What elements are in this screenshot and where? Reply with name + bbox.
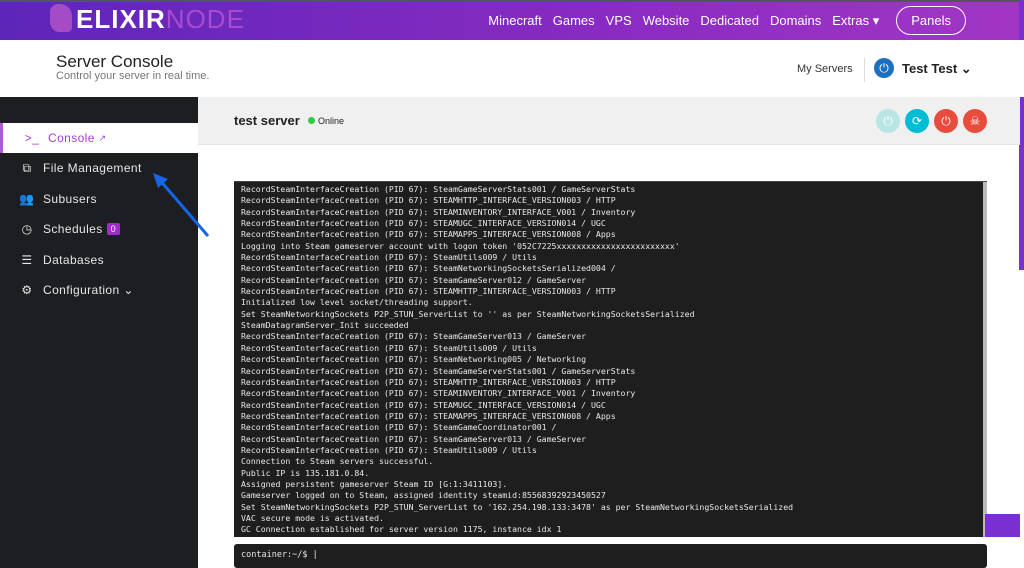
console-line: Set SteamNetworkingSockets P2P_STUN_Serv… — [241, 501, 794, 512]
console-line: GC Connection established for server ver… — [241, 524, 562, 535]
console-line: RecordSteamInterfaceCreation (PID 67): S… — [241, 252, 537, 263]
chevron-down-icon: ⌄ — [123, 283, 134, 297]
console-line: Gameserver logged on to Steam, assigned … — [241, 490, 606, 501]
sidebar-item-label: Subusers — [43, 192, 97, 206]
panels-button[interactable]: Panels — [896, 6, 966, 35]
console-line: RecordSteamInterfaceCreation (PID 67): S… — [241, 331, 587, 342]
nav-domains[interactable]: Domains — [770, 13, 821, 28]
console-line: RecordSteamInterfaceCreation (PID 67): S… — [241, 286, 616, 297]
user-avatar-power-icon[interactable]: ⏻ — [874, 58, 894, 78]
page-header: Server Console Control your server in re… — [0, 40, 1024, 97]
chevron-down-icon: ⌄ — [960, 61, 972, 76]
console-line: Assigned persistent gameserver Steam ID … — [241, 478, 508, 489]
top-navbar: ELIXIRNODE Minecraft Games VPS Website D… — [0, 0, 1024, 40]
console-line: Connection to Steam servers successful. — [241, 456, 434, 467]
database-icon: ☰ — [21, 253, 33, 267]
sidebar-item-configuration[interactable]: ⚙ Configuration ⌄ — [0, 275, 198, 305]
console-lines: RecordSteamInterfaceCreation (PID 67): S… — [234, 182, 987, 537]
sidebar-item-databases[interactable]: ☰ Databases — [0, 245, 198, 275]
console-line: RecordSteamInterfaceCreation (PID 67): S… — [241, 422, 557, 433]
console-line: RecordSteamInterfaceCreation (PID 67): S… — [241, 399, 606, 410]
console-line: RecordSteamInterfaceCreation (PID 67): S… — [241, 342, 537, 353]
terminal-icon: >_ — [24, 131, 40, 145]
console-line: RecordSteamInterfaceCreation (PID 67): S… — [241, 274, 587, 285]
users-icon: 👥 — [19, 192, 35, 206]
page-title: Server Console — [56, 52, 174, 71]
sidebar-item-console[interactable]: >_ Console ↗ — [0, 123, 198, 153]
external-link-icon: ↗ — [98, 132, 107, 143]
status-text: Online — [318, 116, 345, 126]
logo-text-light: NODE — [165, 4, 245, 34]
divider — [864, 58, 865, 82]
sidebar-item-label: File Management — [43, 161, 142, 175]
nav-minecraft[interactable]: Minecraft — [488, 13, 541, 28]
kill-button[interactable]: ☠ — [963, 109, 987, 133]
console-line: Set SteamNetworkingSockets P2P_STUN_Serv… — [241, 308, 695, 319]
console-line: RecordSteamInterfaceCreation (PID 67): S… — [241, 388, 636, 399]
console-line: RecordSteamInterfaceCreation (PID 67): S… — [241, 376, 616, 387]
nav-games[interactable]: Games — [553, 13, 595, 28]
nav-vps[interactable]: VPS — [606, 13, 632, 28]
console-line: RecordSteamInterfaceCreation (PID 67): S… — [241, 444, 537, 455]
sidebar-item-label: Configuration — [43, 283, 120, 297]
stop-button[interactable]: ⏻ — [934, 109, 958, 133]
console-command-input[interactable]: container:~/$ | — [234, 544, 987, 568]
console-line: RecordSteamInterfaceCreation (PID 67): S… — [241, 365, 636, 376]
server-header: test server Online ⏻ ⟳ ⏻ ☠ — [198, 97, 1020, 145]
user-name: Test Test — [902, 61, 958, 76]
console-line: RecordSteamInterfaceCreation (PID 67): S… — [241, 229, 616, 240]
logo[interactable]: ELIXIRNODE — [50, 4, 245, 35]
server-name: test server — [234, 113, 300, 128]
logo-text: ELIXIR — [76, 4, 166, 34]
annotation-arrow-icon — [153, 173, 210, 237]
console-line: Logging into Steam gameserver account wi… — [241, 240, 680, 251]
nav-extras[interactable]: Extras ▾ — [832, 13, 879, 29]
logo-mark-icon — [50, 4, 72, 32]
my-servers-link[interactable]: My Servers — [797, 63, 853, 75]
console-line: Initialized low level socket/threading s… — [241, 297, 473, 308]
console-accent — [985, 514, 1020, 537]
console-line: SteamDatagramServer_Init succeeded — [241, 320, 409, 331]
sidebar-item-label: Console — [48, 131, 95, 145]
user-menu[interactable]: Test Test ⌄ — [902, 61, 972, 77]
start-button[interactable]: ⏻ — [876, 109, 900, 133]
console-line: RecordSteamInterfaceCreation (PID 67): S… — [241, 263, 616, 274]
console-line: RecordSteamInterfaceCreation (PID 67): S… — [241, 354, 587, 365]
console-line: RecordSteamInterfaceCreation (PID 67): S… — [241, 218, 606, 229]
console-line: Public IP is 135.181.0.84. — [241, 467, 370, 478]
restart-button[interactable]: ⟳ — [905, 109, 929, 133]
console-scrollbar[interactable] — [983, 182, 987, 537]
console-line: RecordSteamInterfaceCreation (PID 67): S… — [241, 410, 616, 421]
status-badge: Online — [308, 116, 344, 126]
sidebar-item-label: Databases — [43, 253, 104, 267]
schedules-count-badge: 0 — [106, 223, 121, 235]
console-line: RecordSteamInterfaceCreation (PID 67): S… — [241, 433, 587, 444]
sidebar: >_ Console ↗ ⧉ File Management 👥 Subusers ◷… — [0, 97, 198, 568]
nav-dedicated[interactable]: Dedicated — [700, 13, 759, 28]
sidebar-item-label: Schedules — [43, 222, 103, 236]
gears-icon: ⚙ — [21, 283, 33, 297]
main-nav: Minecraft Games VPS Website Dedicated Do… — [488, 6, 966, 35]
console-line: RecordSteamInterfaceCreation (PID 67): S… — [241, 206, 636, 217]
console-output[interactable]: RecordSteamInterfaceCreation (PID 67): S… — [234, 181, 987, 537]
page-subtitle: Control your server in real time. — [56, 70, 210, 82]
console-line: RecordSteamInterfaceCreation (PID 67): S… — [241, 184, 636, 194]
console-line: RecordSteamInterfaceCreation (PID 67): S… — [241, 195, 616, 206]
clock-icon: ◷ — [21, 222, 33, 236]
console-line: VAC secure mode is activated. — [241, 512, 384, 523]
nav-website[interactable]: Website — [643, 13, 690, 28]
files-icon: ⧉ — [22, 160, 32, 175]
status-dot-icon — [308, 117, 315, 124]
